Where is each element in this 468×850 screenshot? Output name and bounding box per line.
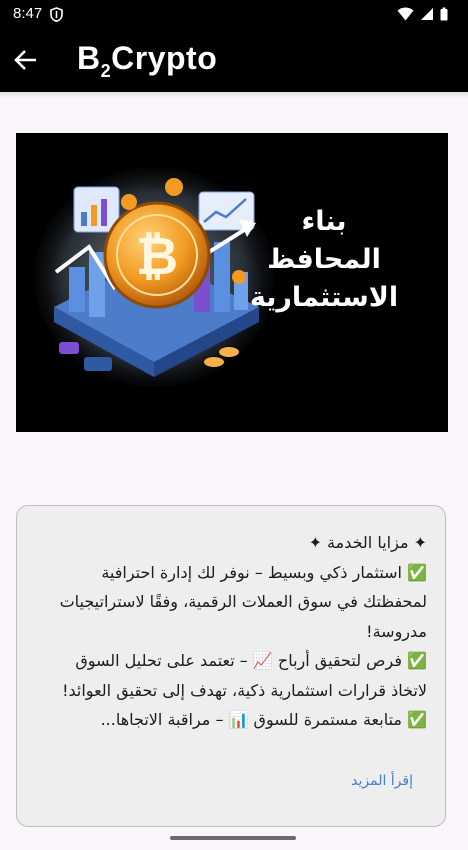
app-title-rest: Crypto xyxy=(111,40,218,76)
bitcoin-symbol: ₿ xyxy=(136,227,178,287)
service-features-card: ✦ مزايا الخدمة ✦ ✅ استثمار ذكي وبسيط – ن… xyxy=(16,505,446,827)
crypto-illustration: ₿ xyxy=(34,167,274,387)
signal-icon xyxy=(421,8,433,20)
status-bar: 8:47 xyxy=(0,0,468,28)
banner-caption-line1: بناء المحافظ xyxy=(267,206,381,275)
app-title-main: B xyxy=(77,40,101,76)
battery-icon xyxy=(440,7,448,21)
status-icons xyxy=(397,7,448,21)
app-bar-shadow xyxy=(0,92,468,98)
app-bar: B2Crypto xyxy=(0,28,468,92)
hero-banner-image: ₿ بناء المحافظ الاستثمارية xyxy=(16,133,448,432)
home-indicator[interactable] xyxy=(170,836,296,840)
feature-paragraph: ✅ استثمار ذكي وبسيط – نوفر لك إدارة احتر… xyxy=(59,562,427,641)
arrow-left-icon xyxy=(14,50,36,70)
banner-caption-line2: الاستثمارية xyxy=(249,282,399,313)
wifi-icon xyxy=(397,7,414,21)
read-more-link[interactable]: إقرأ المزيد xyxy=(351,773,413,789)
status-time: 8:47 xyxy=(13,5,43,22)
back-button[interactable] xyxy=(12,46,40,74)
shield-icon xyxy=(50,7,63,26)
card-body: ✦ مزايا الخدمة ✦ ✅ استثمار ذكي وبسيط – ن… xyxy=(43,528,427,735)
feature-paragraph: ✅ متابعة مستمرة للسوق 📊 – مراقبة الاتجاه… xyxy=(100,710,427,729)
feature-paragraph: ✅ فرص لتحقيق أرباح 📈 – تعتمد على تحليل ا… xyxy=(62,651,427,700)
banner-caption: بناء المحافظ الاستثمارية xyxy=(244,203,404,317)
app-title: B2Crypto xyxy=(77,40,217,82)
card-heading: ✦ مزايا الخدمة ✦ xyxy=(308,533,427,552)
app-title-subscript: 2 xyxy=(100,61,112,81)
